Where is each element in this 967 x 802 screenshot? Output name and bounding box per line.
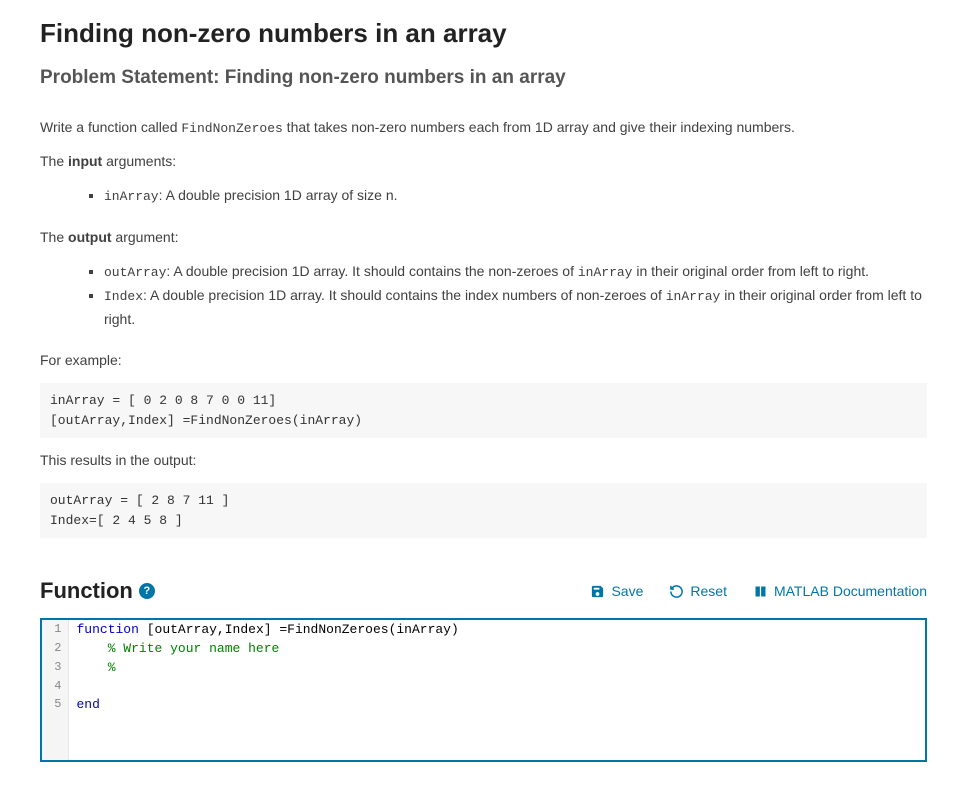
intro-fn-name: FindNonZeroes <box>181 121 282 136</box>
save-icon <box>590 584 605 599</box>
page-title: Finding non-zero numbers in an array <box>40 18 927 49</box>
problem-page: Finding non-zero numbers in an array Pro… <box>0 0 967 802</box>
output-args-list: outArray: A double precision 1D array. I… <box>40 260 927 330</box>
help-icon[interactable]: ? <box>139 583 155 599</box>
line-number: 3 <box>42 658 68 677</box>
save-button[interactable]: Save <box>590 583 643 599</box>
result-code-block: outArray = [ 2 8 7 11 ] Index=[ 2 4 5 8 … <box>40 483 927 538</box>
intro-post: that takes non-zero numbers each from 1D… <box>283 119 795 135</box>
intro-pre: Write a function called <box>40 119 181 135</box>
code-line[interactable] <box>68 677 925 695</box>
reset-icon <box>669 584 684 599</box>
input-args-list: inArray: A double precision 1D array of … <box>40 184 927 208</box>
line-number: 4 <box>42 677 68 695</box>
intro-paragraph: Write a function called FindNonZeroes th… <box>40 117 927 139</box>
input-item-name: inArray <box>104 189 159 204</box>
line-number: 2 <box>42 639 68 658</box>
result-label: This results in the output: <box>40 450 927 471</box>
input-item-desc: : A double precision 1D array of size n. <box>159 187 398 203</box>
editor-actions: Save Reset MATLAB Documentation <box>590 583 927 599</box>
code-line[interactable]: % Write your name here <box>68 639 925 658</box>
output-item-1: outArray: A double precision 1D array. I… <box>104 260 927 284</box>
editor-spacer[interactable] <box>68 714 925 760</box>
input-args-label: The input arguments: <box>40 151 927 172</box>
code-line[interactable]: function [outArray,Index] =FindNonZeroes… <box>68 620 925 639</box>
problem-subtitle: Problem Statement: Finding non-zero numb… <box>40 67 927 89</box>
function-section-title: Function ? <box>40 578 155 604</box>
example-code-block: inArray = [ 0 2 0 8 7 0 0 11] [outArray,… <box>40 383 927 438</box>
output-item-2: Index: A double precision 1D array. It s… <box>104 284 927 330</box>
code-line[interactable]: % <box>68 658 925 677</box>
code-editor[interactable]: 1 function [outArray,Index] =FindNonZero… <box>40 618 927 762</box>
output-args-label: The output argument: <box>40 227 927 248</box>
reset-button[interactable]: Reset <box>669 583 727 599</box>
code-line[interactable]: end <box>68 695 925 714</box>
gutter-spacer <box>42 714 68 760</box>
line-number: 1 <box>42 620 68 639</box>
line-number: 5 <box>42 695 68 714</box>
matlab-docs-link[interactable]: MATLAB Documentation <box>753 583 927 599</box>
function-header-row: Function ? Save Reset MATLAB Documentati… <box>40 578 927 604</box>
input-item: inArray: A double precision 1D array of … <box>104 184 927 208</box>
book-icon <box>753 584 768 599</box>
example-label: For example: <box>40 350 927 371</box>
